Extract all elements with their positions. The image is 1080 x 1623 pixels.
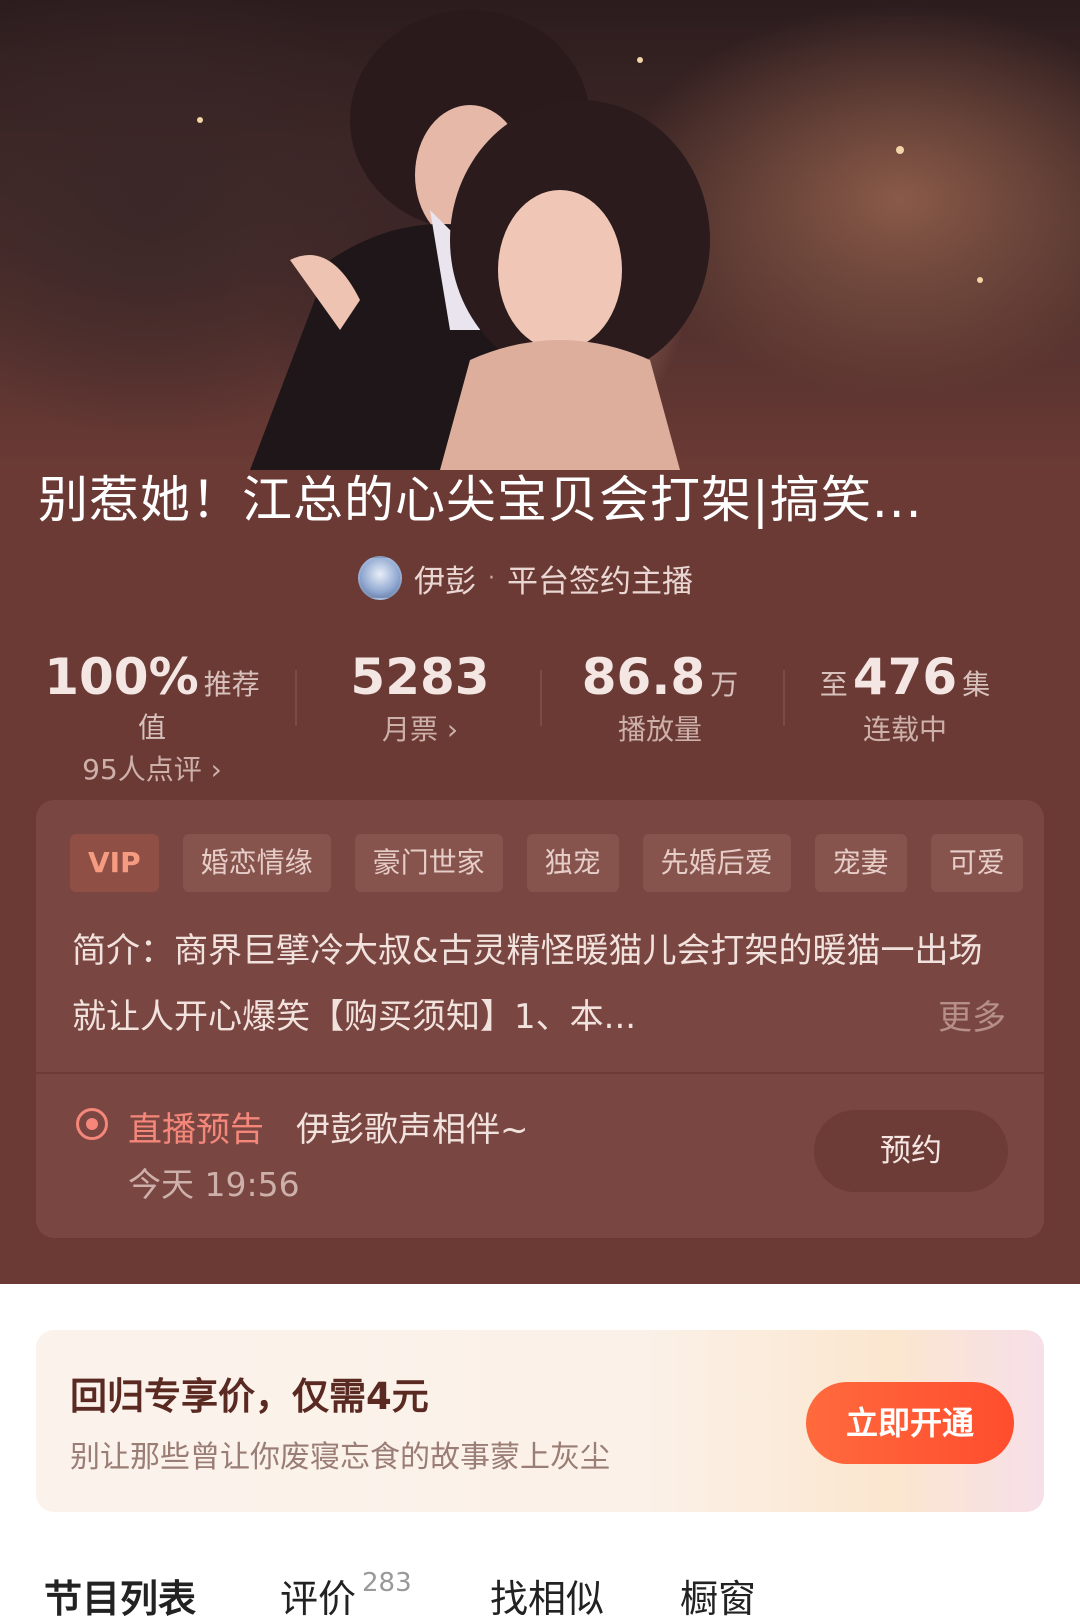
stat-divider bbox=[295, 670, 297, 726]
stat-unit: 集 bbox=[962, 668, 991, 701]
promo-title: 回归专享价，仅需4元 bbox=[70, 1375, 429, 1418]
live-preview-title[interactable]: 伊彭歌声相伴~ bbox=[296, 1102, 529, 1151]
stat-sub: 95人点评 › bbox=[82, 753, 222, 786]
stat-sub: 播放量 bbox=[617, 713, 702, 746]
live-preview-time: 今天 19:56 bbox=[128, 1165, 300, 1204]
stats-bar: 100% 推荐值 95人点评 › 5283 月票 › 86.8 万 播放量 至 … bbox=[0, 648, 1040, 786]
album-header: 别惹她！江总的心尖宝贝会打架|搞笑... 伊彭 · 平台签约主播 100% 推荐… bbox=[0, 0, 1080, 1284]
tab-count: 283 bbox=[362, 1568, 412, 1598]
stat-sub: 月票 › bbox=[381, 713, 459, 746]
stat-unit: 万 bbox=[710, 668, 739, 701]
promo-subtitle: 别让那些曾让你废寝忘食的故事蒙上灰尘 bbox=[70, 1440, 610, 1475]
stat-value: 476 bbox=[852, 648, 958, 706]
live-indicator-icon bbox=[76, 1108, 108, 1140]
tag-item[interactable]: 豪门世家 bbox=[354, 834, 503, 892]
cover-artwork bbox=[0, 0, 1080, 470]
tab-showcase[interactable]: 橱窗 bbox=[680, 1568, 756, 1623]
stat-value: 86.8 bbox=[581, 648, 706, 706]
tag-item[interactable]: 先婚后爱 bbox=[642, 834, 791, 892]
stat-recommend[interactable]: 100% 推荐值 95人点评 › bbox=[32, 648, 272, 788]
cover-illustration bbox=[197, 10, 983, 470]
intro-more-link[interactable]: 更多 bbox=[938, 990, 1006, 1039]
tab-bar: 节目列表 评价 283 找相似 橱窗 bbox=[0, 1560, 1080, 1621]
tab-program-list[interactable]: 节目列表 bbox=[44, 1568, 196, 1623]
vip-promo-banner[interactable]: 回归专享价，仅需4元 别让那些曾让你废寝忘食的故事蒙上灰尘 立即开通 bbox=[36, 1330, 1044, 1512]
stat-monthly-ticket[interactable]: 5283 月票 › bbox=[300, 648, 540, 748]
stat-sub: 连载中 bbox=[862, 713, 947, 746]
album-title: 别惹她！江总的心尖宝贝会打架|搞笑... bbox=[38, 471, 923, 529]
tag-item[interactable]: 独宠 bbox=[526, 834, 619, 892]
tag-item[interactable]: 宠妻 bbox=[814, 834, 907, 892]
reserve-button[interactable]: 预约 bbox=[814, 1110, 1008, 1192]
intro-text: 简介：商界巨擘冷大叔&古灵精怪暖猫儿会打架的暖猫一出场就让人开心爆笑【购买须知】… bbox=[72, 931, 983, 1037]
card-divider bbox=[36, 1072, 1044, 1074]
tab-label: 找相似 bbox=[490, 1577, 605, 1621]
live-preview-label: 直播预告 bbox=[128, 1110, 264, 1150]
stat-value: 5283 bbox=[350, 648, 490, 706]
info-card: VIP 婚恋情缘 豪门世家 独宠 先婚后爱 宠妻 可爱 简介：商界巨擘冷大叔&古… bbox=[36, 800, 1044, 1238]
separator-dot: · bbox=[488, 565, 495, 591]
tab-label: 评价 bbox=[280, 1577, 357, 1621]
author-avatar[interactable] bbox=[358, 556, 402, 600]
stat-value: 100% bbox=[44, 648, 199, 706]
tag-list: VIP 婚恋情缘 豪门世家 独宠 先婚后爱 宠妻 可爱 bbox=[70, 834, 1044, 892]
stat-prefix: 至 bbox=[819, 668, 848, 701]
stat-plays: 86.8 万 播放量 bbox=[540, 648, 780, 748]
tag-item[interactable]: 婚恋情缘 bbox=[182, 834, 331, 892]
author-name[interactable]: 伊彭 bbox=[414, 556, 476, 601]
author-role: 平台签约主播 bbox=[507, 563, 693, 600]
tab-label: 橱窗 bbox=[680, 1577, 757, 1621]
author-row[interactable]: 伊彭 · 平台签约主播 bbox=[358, 556, 693, 600]
tag-item[interactable]: 可爱 bbox=[930, 834, 1023, 892]
tab-reviews[interactable]: 评价 283 bbox=[280, 1568, 412, 1623]
stat-episodes: 至 476 集 连载中 bbox=[785, 648, 1025, 748]
tag-vip[interactable]: VIP bbox=[70, 834, 159, 892]
activate-now-button[interactable]: 立即开通 bbox=[806, 1382, 1014, 1464]
tab-label: 节目列表 bbox=[44, 1577, 197, 1621]
tab-similar[interactable]: 找相似 bbox=[490, 1568, 604, 1623]
